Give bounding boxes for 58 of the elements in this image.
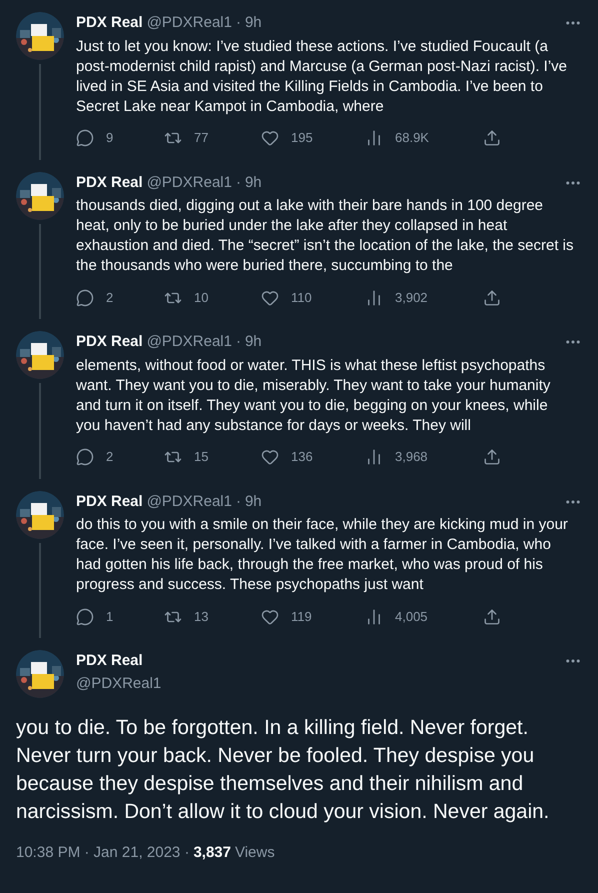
- action-count: 10: [194, 288, 208, 307]
- reply-icon[interactable]: [76, 129, 94, 147]
- action-count: 9: [106, 129, 114, 148]
- display-name[interactable]: PDX Real: [76, 12, 143, 34]
- like-icon[interactable]: [261, 448, 279, 466]
- action-count: 4,005: [395, 608, 428, 626]
- action-count: 3,968: [395, 448, 428, 466]
- display-name[interactable]: PDX Real: [76, 650, 143, 672]
- like-icon[interactable]: [261, 288, 279, 306]
- tweet-text: thousands died, digging out a lake with their bare hands in 100 degree heat, only to be buried under the lake after they collapsed in heat exhaustion and died. The “secret” isn’t the location of the lake, the secret is the thousands who were buried there, succumbing to the: [76, 196, 575, 276]
- tweet-timestamp[interactable]: 10:38 PM · Jan 21, 2023 ·: [16, 842, 190, 864]
- tweet-text: you to die. To be forgotten. In a killing field. Never forget. Never turn your back. Never be fooled. They despise you because they despise themselves and their nihilism and narcissism. Don’t allow it to cloud your vision. Never again.: [16, 715, 550, 825]
- views-icon[interactable]: [365, 608, 383, 626]
- action-count: 2: [106, 448, 114, 466]
- views-label: Views: [234, 843, 275, 863]
- display-name[interactable]: PDX Real: [76, 172, 143, 194]
- action-count: 110: [291, 288, 312, 307]
- tweet-time[interactable]: 9h: [244, 12, 262, 34]
- separator: ·: [236, 332, 241, 352]
- action-count: 3,902: [395, 288, 428, 307]
- views-icon[interactable]: [365, 129, 383, 147]
- tweet-text: do this to you with a smile on their face, while they are kicking mud in your face. I’ve seen it, personally. I’ve talked with a farmer in Cambodia, who had gotten his life back, through the free market, who was proud of his progress and success. These psychopaths just want: [76, 515, 569, 595]
- separator: ·: [236, 172, 241, 192]
- handle[interactable]: @PDXReal1: [146, 12, 232, 34]
- reply-icon[interactable]: [76, 448, 94, 466]
- tweet-text: Just to let you know: I’ve studied these actions. I’ve studied Foucault (a post-modernist child rapist) and Marcuse (a German post-Nazi racist). I’ve lived in SE Asia and visited the Killing Fields in Cambodia. I’ve been to Secret Lake near Kampot in Cambodia, where: [76, 36, 568, 116]
- tweet-time[interactable]: 9h: [244, 331, 262, 354]
- share-icon[interactable]: [483, 448, 501, 466]
- action-count: 15: [194, 448, 208, 466]
- display-name[interactable]: PDX Real: [76, 331, 143, 354]
- action-count: 68.9K: [395, 129, 429, 148]
- display-name[interactable]: PDX Real: [76, 490, 143, 513]
- separator: ·: [236, 13, 241, 33]
- views-icon[interactable]: [365, 288, 383, 306]
- handle[interactable]: @PDXReal1: [146, 490, 232, 513]
- action-count: 195: [291, 129, 313, 148]
- separator: ·: [236, 492, 241, 512]
- handle[interactable]: @PDXReal1: [76, 672, 582, 695]
- share-icon[interactable]: [483, 608, 501, 626]
- reply-icon[interactable]: [76, 608, 94, 626]
- like-icon[interactable]: [261, 129, 279, 147]
- action-count: 77: [194, 129, 208, 148]
- handle[interactable]: @PDXReal1: [146, 331, 232, 354]
- like-icon[interactable]: [261, 608, 279, 626]
- share-icon[interactable]: [483, 288, 501, 306]
- action-count: 136: [291, 448, 313, 466]
- views-icon[interactable]: [365, 448, 383, 466]
- views-count: 3,837: [193, 843, 231, 863]
- reply-icon[interactable]: [76, 288, 94, 306]
- action-count: 2: [106, 288, 114, 307]
- action-count: 13: [194, 608, 208, 626]
- action-count: 119: [291, 608, 312, 626]
- action-count: 1: [106, 608, 114, 626]
- tweet-text: elements, without food or water. THIS is what these leftist psychopaths want. They want you to die, miserably. They want to take your humanity and turn it on itself. They want you to die, begging on your knees, while you haven’t had any substance for days or weeks. They will: [76, 356, 552, 436]
- tweet-time[interactable]: 9h: [244, 172, 262, 194]
- tweet-time[interactable]: 9h: [244, 490, 262, 513]
- share-icon[interactable]: [483, 129, 501, 147]
- handle[interactable]: @PDXReal1: [146, 172, 232, 194]
